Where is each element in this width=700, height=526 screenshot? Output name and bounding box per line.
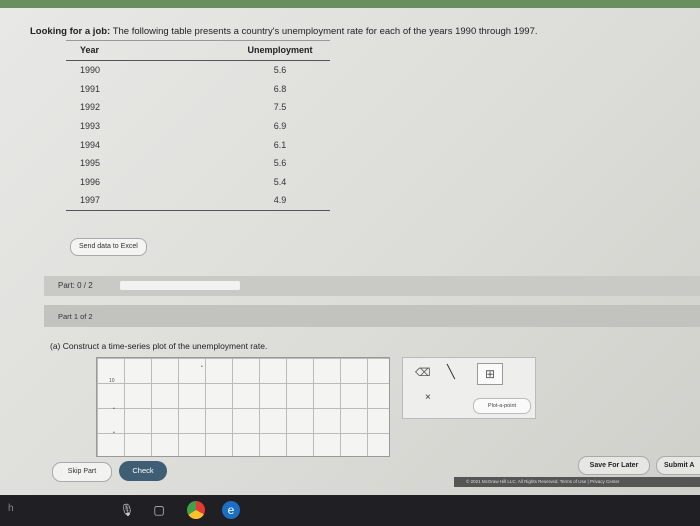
problem-text: The following table presents a country's…: [112, 26, 538, 37]
table-row: 1990 5.6: [66, 61, 330, 80]
rate-cell: 6.9: [273, 121, 287, 132]
plot-a-point-button[interactable]: Plot-a-point: [473, 398, 531, 414]
rate-cell: 7.5: [273, 102, 287, 113]
year-cell: 1994: [80, 139, 101, 150]
year-cell: 1990: [80, 65, 101, 76]
table-row: 1996 5.4: [66, 173, 330, 192]
os-taskbar: h 🎙 ▢ e: [0, 495, 700, 526]
rate-cell: 5.6: [273, 65, 287, 76]
year-cell: 1993: [80, 121, 101, 132]
line-tool-icon[interactable]: ╲: [447, 364, 455, 380]
unemployment-table: Year Unemployment 1990 5.6 1991 6.8 1992…: [66, 40, 330, 211]
y-tick-mark: •: [113, 406, 115, 412]
rate-cell: 5.6: [273, 158, 287, 169]
time-series-plot-grid[interactable]: 10 • • •: [96, 357, 390, 457]
table-row: 1995 5.6: [66, 154, 330, 173]
table-row: 1997 4.9: [66, 191, 330, 211]
part-header-label: Part 1 of 2: [58, 312, 93, 321]
part-progress-label: Part: 0 / 2: [58, 281, 93, 290]
y-tick-mark: •: [201, 364, 203, 370]
copyright-footer: © 2021 McGraw Hill LLC. All Rights Reser…: [454, 477, 700, 487]
year-cell: 1992: [80, 102, 101, 113]
year-cell: 1995: [80, 158, 101, 169]
table-row: 1994 6.1: [66, 135, 330, 154]
problem-lead: Looking for a job:: [30, 26, 111, 37]
file-explorer-icon[interactable]: ▢: [150, 501, 168, 519]
year-cell: 1996: [80, 176, 101, 187]
part-progress-bar: Part: 0 / 2: [44, 276, 700, 296]
rate-cell: 4.9: [190, 191, 330, 211]
check-button[interactable]: Check: [119, 461, 167, 481]
grid-tool-icon[interactable]: ⊞: [477, 363, 503, 385]
microphone-icon[interactable]: 🎙: [118, 501, 136, 519]
question-text: (a) Construct a time-series plot of the …: [50, 341, 268, 351]
submit-button[interactable]: Submit A: [656, 456, 700, 475]
year-cell: 1991: [80, 83, 101, 94]
y-tick-mark: •: [113, 430, 115, 436]
edge-browser-icon[interactable]: e: [222, 501, 240, 519]
graph-toolbox: ⌫ ╲ ⊞ × Plot-a-point: [402, 357, 536, 419]
part-progress-track: [120, 281, 240, 290]
rate-cell: 5.4: [273, 176, 287, 187]
table-header-unemployment: Unemployment: [190, 40, 330, 61]
table-row: 1993 6.9: [66, 117, 330, 136]
close-icon[interactable]: ×: [425, 392, 431, 403]
table-row: 1991 6.8: [66, 80, 330, 99]
taskbar-edge-glyph: h: [8, 503, 14, 514]
table-header-year: Year: [66, 40, 190, 61]
rate-cell: 6.1: [273, 139, 287, 150]
problem-statement: Looking for a job: The following table p…: [30, 26, 538, 37]
chrome-icon[interactable]: [187, 501, 205, 519]
rate-cell: 6.8: [273, 83, 287, 94]
eraser-icon[interactable]: ⌫: [415, 366, 431, 379]
send-to-excel-button[interactable]: Send data to Excel: [70, 238, 147, 256]
save-for-later-button[interactable]: Save For Later: [578, 456, 650, 475]
part-header: Part 1 of 2: [44, 305, 700, 327]
y-tick-label: 10: [109, 378, 115, 384]
year-cell: 1997: [66, 191, 190, 211]
table-row: 1992 7.5: [66, 98, 330, 117]
top-accent-bar: [0, 0, 700, 8]
skip-part-button[interactable]: Skip Part: [52, 462, 112, 482]
